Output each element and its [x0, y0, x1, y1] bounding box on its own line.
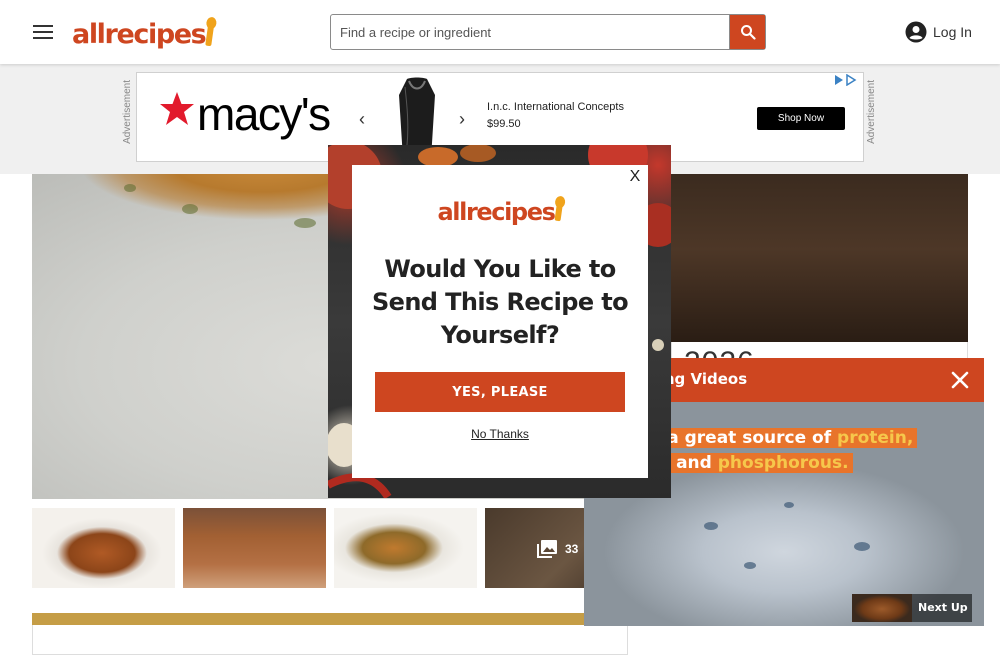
ingredients-header-bar [32, 613, 628, 625]
video-detail [704, 522, 718, 530]
photo-count: 33 [537, 540, 578, 558]
yes-please-button[interactable]: YES, PLEASE [375, 372, 625, 412]
account-icon [905, 21, 927, 43]
search-icon [740, 25, 756, 40]
gallery-thumb-1[interactable] [32, 508, 175, 588]
hamburger-menu-icon[interactable] [31, 22, 55, 42]
photo-detail [124, 184, 136, 192]
photo-detail [294, 218, 316, 228]
close-icon[interactable] [950, 370, 970, 390]
login-link[interactable]: Log In [905, 20, 972, 44]
photo-detail [182, 204, 198, 214]
search-button[interactable] [729, 15, 765, 49]
ad-label-right: Advertisement [866, 80, 877, 144]
next-video-thumbnail [852, 594, 912, 622]
send-recipe-modal: allrecipes Would You Like to Send This R… [328, 145, 671, 498]
caption-line-1: 's a great source of [646, 428, 838, 448]
chevron-right-icon[interactable]: › [459, 109, 465, 130]
right-column-media[interactable] [671, 174, 968, 342]
photo-count-value: 33 [565, 542, 579, 556]
modal-logo: allrecipes [352, 198, 648, 226]
site-header: allrecipes Log In [0, 0, 1000, 64]
gallery-thumb-2[interactable] [183, 508, 326, 588]
adchoices-icon[interactable] [833, 74, 861, 86]
search-input[interactable] [331, 15, 731, 49]
ad-label-left: Advertisement [122, 80, 133, 144]
chevron-left-icon[interactable]: ‹ [359, 109, 365, 130]
video-detail [784, 502, 794, 508]
photo-library-icon [537, 540, 557, 558]
video-detail [744, 562, 756, 569]
shop-now-button[interactable]: Shop Now [757, 107, 845, 130]
no-thanks-link[interactable]: No Thanks [352, 427, 648, 441]
spoon-icon [554, 198, 564, 222]
gallery-thumb-3[interactable] [334, 508, 477, 588]
caption-highlight-1: protein, [837, 428, 914, 448]
spoon-icon [205, 19, 216, 47]
ad-brand: macy's [197, 88, 331, 140]
ad-product-name: I.n.c. International Concepts [487, 101, 624, 113]
modal-logo-text: allrecipes [437, 198, 556, 226]
ingredients-card [32, 625, 628, 655]
modal-close-button[interactable]: X [625, 167, 645, 187]
ad-price: $99.50 [487, 118, 521, 130]
modal-card: allrecipes Would You Like to Send This R… [352, 165, 648, 478]
logo-text: allrecipes [72, 19, 207, 50]
video-detail [854, 542, 870, 551]
login-label: Log In [933, 24, 972, 40]
video-caption: 's a great source of protein, m, and pho… [642, 426, 918, 476]
next-up-label: Next Up [918, 601, 968, 614]
caption-highlight-2: phosphorous. [717, 453, 849, 473]
modal-heading: Would You Like to Send This Recipe to Yo… [371, 255, 629, 349]
star-icon [160, 92, 194, 125]
site-logo[interactable]: allrecipes [72, 14, 216, 50]
search-box [330, 14, 766, 50]
next-up-button[interactable]: Next Up [852, 594, 972, 622]
